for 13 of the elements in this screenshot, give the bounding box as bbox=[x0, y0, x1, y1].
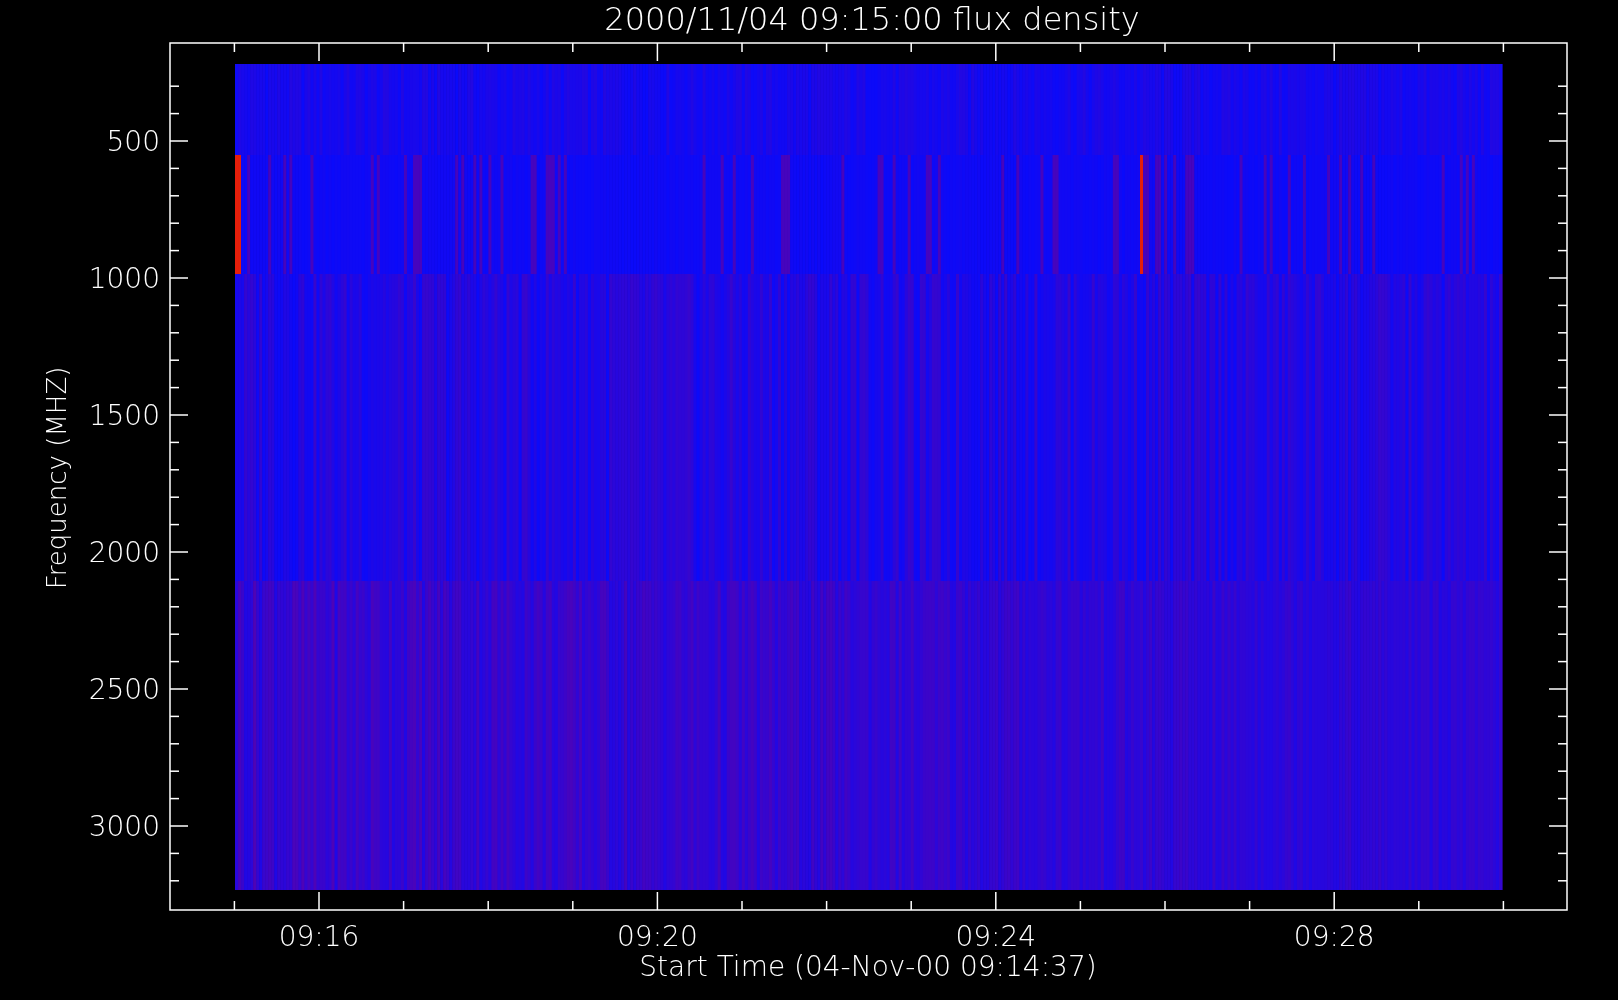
y-tick-label: 3000 bbox=[88, 810, 160, 843]
y-tick-label: 2000 bbox=[88, 536, 160, 569]
y-tick-label: 2500 bbox=[88, 673, 160, 706]
y-tick-label: 500 bbox=[106, 125, 160, 158]
x-tick-label: 09:28 bbox=[1293, 920, 1375, 953]
plot-title: 2000/11/04 09:15:00 flux density bbox=[604, 0, 1140, 38]
y-axis-label: Frequency (MHZ) bbox=[42, 366, 72, 590]
x-tick-label: 09:16 bbox=[278, 920, 360, 953]
y-tick-label: 1000 bbox=[88, 262, 160, 295]
x-tick-label: 09:24 bbox=[955, 920, 1037, 953]
x-axis-label: Start Time (04-Nov-00 09:14:37) bbox=[639, 950, 1097, 983]
y-tick-label: 1500 bbox=[88, 399, 160, 432]
x-tick-label: 09:20 bbox=[617, 920, 698, 953]
